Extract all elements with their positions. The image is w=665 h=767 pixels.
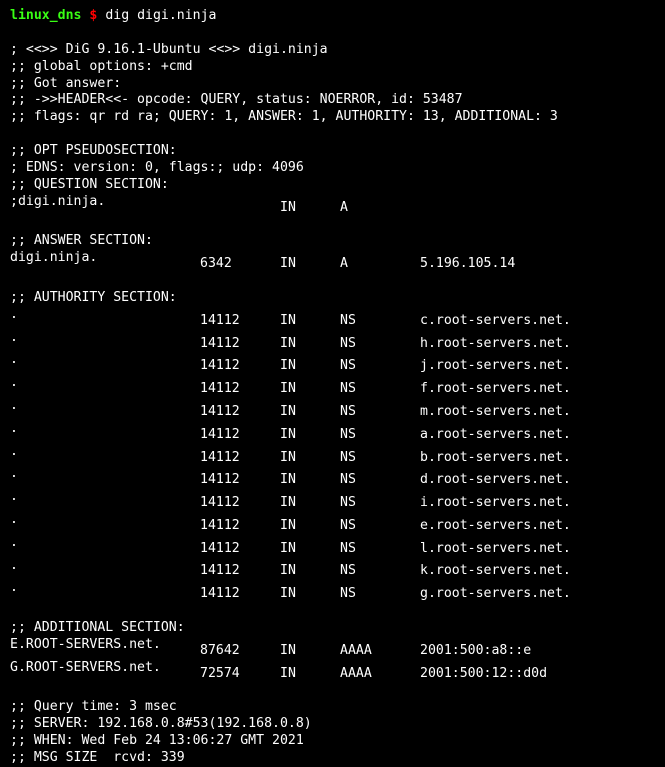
dig-global-options: ;; global options: +cmd [10, 59, 655, 76]
additional-title: ;; ADDITIONAL SECTION: [10, 620, 655, 637]
authority-row: .14112INNSc.root-servers.net. [10, 307, 655, 330]
authority-row: .14112INNSk.root-servers.net. [10, 558, 655, 581]
shell-prompt[interactable]: linux_dns $ dig digi.ninja [10, 8, 655, 25]
authority-row: .14112INNSl.root-servers.net. [10, 535, 655, 558]
authority-row: .14112INNSj.root-servers.net. [10, 352, 655, 375]
additional-row: E.ROOT-SERVERS.net.87642INAAAA2001:500:a… [10, 637, 655, 660]
prompt-host: linux_dns [10, 8, 81, 23]
dig-got-answer: ;; Got answer: [10, 76, 655, 93]
authority-row: .14112INNSb.root-servers.net. [10, 444, 655, 467]
prompt-command: dig digi.ninja [105, 8, 216, 23]
answer-row: digi.ninja.6342INA5.196.105.14 [10, 250, 655, 273]
authority-row: .14112INNSm.root-servers.net. [10, 398, 655, 421]
dig-banner: ; <<>> DiG 9.16.1-Ubuntu <<>> digi.ninja [10, 42, 655, 59]
dig-flags: ;; flags: qr rd ra; QUERY: 1, ANSWER: 1,… [10, 109, 655, 126]
pseudo-edns: ; EDNS: version: 0, flags:; udp: 4096 [10, 160, 655, 177]
dig-header-line: ;; ->>HEADER<<- opcode: QUERY, status: N… [10, 92, 655, 109]
authority-row: .14112INNSd.root-servers.net. [10, 466, 655, 489]
authority-row: .14112INNSh.root-servers.net. [10, 330, 655, 353]
footer-query-time: ;; Query time: 3 msec [10, 699, 655, 716]
authority-row: .14112INNSg.root-servers.net. [10, 580, 655, 603]
answer-title: ;; ANSWER SECTION: [10, 233, 655, 250]
authority-row: .14112INNSe.root-servers.net. [10, 512, 655, 535]
authority-row: .14112INNSa.root-servers.net. [10, 421, 655, 444]
footer-when: ;; WHEN: Wed Feb 24 13:06:27 GMT 2021 [10, 733, 655, 750]
prompt-dollar: $ [89, 8, 97, 23]
question-row: ;digi.ninja.INA [10, 194, 655, 217]
additional-row: G.ROOT-SERVERS.net.72574INAAAA2001:500:1… [10, 660, 655, 683]
authority-row: .14112INNSi.root-servers.net. [10, 489, 655, 512]
authority-row: .14112INNSf.root-servers.net. [10, 375, 655, 398]
question-title: ;; QUESTION SECTION: [10, 177, 655, 194]
authority-title: ;; AUTHORITY SECTION: [10, 290, 655, 307]
footer-server: ;; SERVER: 192.168.0.8#53(192.168.0.8) [10, 716, 655, 733]
footer-msg-size: ;; MSG SIZE rcvd: 339 [10, 750, 655, 767]
pseudo-title: ;; OPT PSEUDOSECTION: [10, 143, 655, 160]
